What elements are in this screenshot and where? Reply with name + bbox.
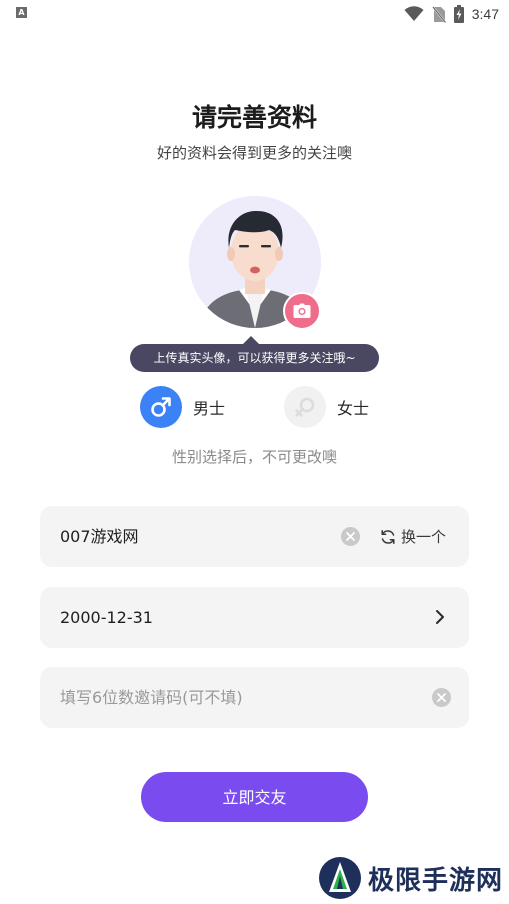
gender-note: 性别选择后，不可更改噢 xyxy=(171,448,337,466)
status-time: 3:47 xyxy=(471,6,499,22)
chevron-right-icon xyxy=(436,610,444,624)
male-icon xyxy=(151,397,171,417)
refresh-label: 换一个 xyxy=(401,528,447,546)
watermark-text: 极限手游网 xyxy=(368,865,504,896)
page-title: 请完善资料 xyxy=(191,103,317,132)
nickname-clear-button[interactable] xyxy=(341,527,360,546)
wifi-icon xyxy=(404,6,424,21)
watermark: 极限手游网 xyxy=(318,856,503,900)
camera-button[interactable] xyxy=(283,292,321,330)
invite-code-field[interactable]: 填写6位数邀请码(可不填) xyxy=(40,667,469,728)
male-icon-circle xyxy=(140,386,182,428)
gender-female-label: 女士 xyxy=(337,399,370,418)
invite-code-placeholder: 填写6位数邀请码(可不填) xyxy=(60,688,243,707)
clear-icon xyxy=(437,693,446,702)
tooltip-arrow xyxy=(243,336,259,344)
no-sim-icon xyxy=(431,5,446,23)
page-subtitle: 好的资料会得到更多的关注噢 xyxy=(156,144,352,162)
refresh-icon xyxy=(381,529,395,544)
birthday-field[interactable]: 2000-12-31 xyxy=(40,587,469,648)
birthday-value: 2000-12-31 xyxy=(60,608,153,627)
watermark-logo-icon xyxy=(319,857,361,899)
female-icon-circle xyxy=(284,386,326,428)
gender-female-option[interactable]: 女士 xyxy=(284,386,369,428)
gender-male-label: 男士 xyxy=(193,399,226,418)
invite-code-clear-button[interactable] xyxy=(432,688,451,707)
avatar-tooltip: 上传真实头像，可以获得更多关注哦~ xyxy=(130,344,379,372)
battery-charging-icon xyxy=(453,5,464,23)
status-icons: 3:47 xyxy=(404,4,499,24)
gender-male-option[interactable]: 男士 xyxy=(140,386,225,428)
refresh-nickname-button[interactable]: 换一个 xyxy=(380,506,446,567)
nickname-field[interactable]: 007游戏网 换一个 xyxy=(40,506,469,567)
notification-icon: A xyxy=(16,7,27,18)
submit-button[interactable]: 立即交友 xyxy=(141,772,368,822)
nickname-value: 007游戏网 xyxy=(60,527,139,546)
camera-icon xyxy=(293,303,311,318)
clear-icon xyxy=(346,532,355,541)
female-icon xyxy=(295,397,315,417)
status-bar: A 3:47 xyxy=(0,0,509,28)
